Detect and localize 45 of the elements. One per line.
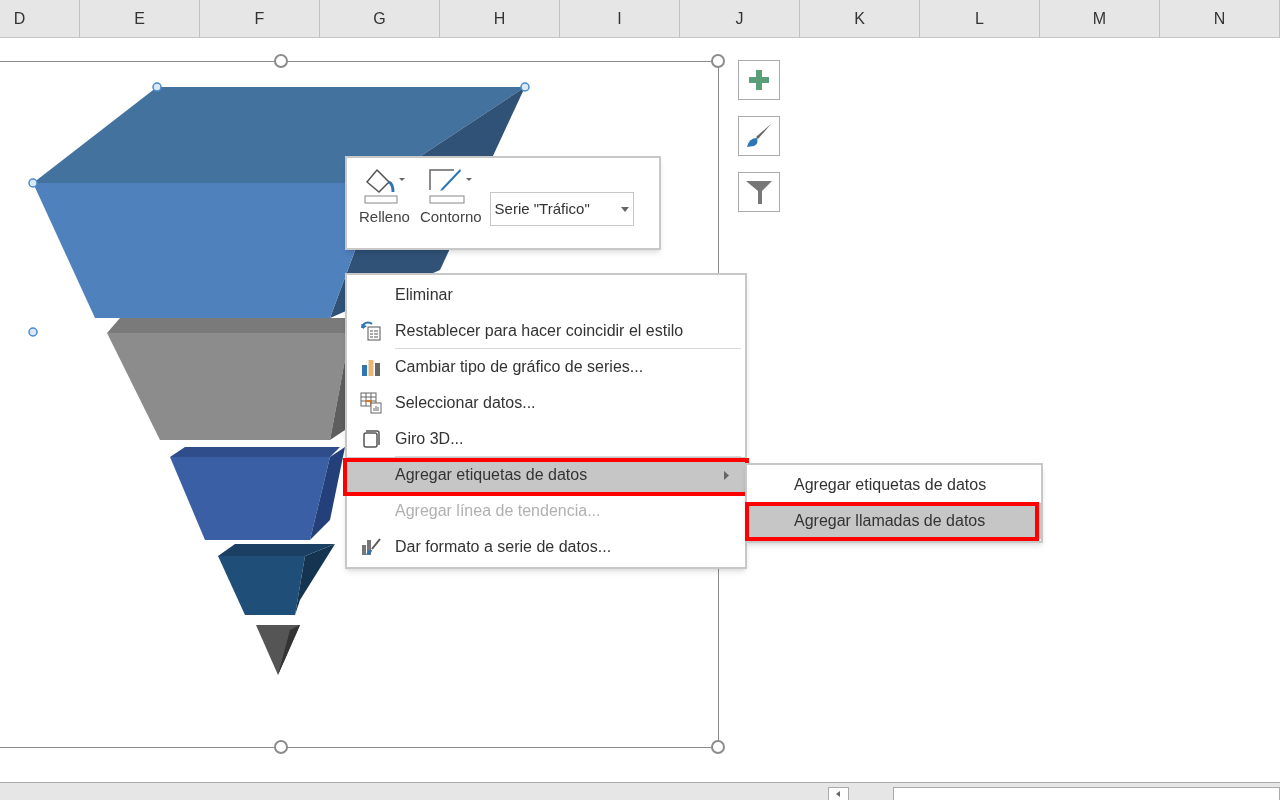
menu-item[interactable]: Giro 3D... bbox=[347, 421, 745, 457]
resize-handle[interactable] bbox=[711, 740, 725, 754]
funnel-segment bbox=[256, 625, 300, 675]
menu-item[interactable]: Dar formato a serie de datos... bbox=[347, 529, 745, 565]
resize-handle[interactable] bbox=[274, 740, 288, 754]
column-header[interactable]: N bbox=[1160, 0, 1280, 37]
resize-handle[interactable] bbox=[274, 54, 288, 68]
selection-handle[interactable] bbox=[28, 178, 38, 188]
fill-button[interactable]: Relleno bbox=[357, 166, 412, 229]
menu-item[interactable]: Agregar etiquetas de datos bbox=[747, 467, 1041, 503]
resize-handle[interactable] bbox=[711, 54, 725, 68]
series-select[interactable]: Serie "Tráfico" bbox=[489, 192, 634, 226]
column-header[interactable]: E bbox=[80, 0, 200, 37]
chart-styles-button[interactable] bbox=[738, 116, 780, 156]
column-header[interactable]: I bbox=[560, 0, 680, 37]
menu-item[interactable]: Cambiar tipo de gráfico de series... bbox=[347, 349, 745, 385]
selection-handle[interactable] bbox=[152, 82, 162, 92]
column-header[interactable]: G bbox=[320, 0, 440, 37]
column-header[interactable]: D bbox=[0, 0, 80, 37]
selection-handle[interactable] bbox=[28, 327, 38, 337]
dropdown-caret-icon bbox=[620, 206, 629, 212]
funnel-icon bbox=[745, 179, 773, 205]
bar-chart-icon bbox=[361, 358, 381, 376]
menu-item[interactable]: Agregar llamadas de datos bbox=[747, 503, 1041, 539]
column-header[interactable]: H bbox=[440, 0, 560, 37]
column-header[interactable]: K bbox=[800, 0, 920, 37]
paint-bucket-icon bbox=[361, 166, 408, 204]
plus-icon bbox=[748, 69, 770, 91]
table-chart-icon bbox=[360, 392, 382, 414]
cube-icon bbox=[361, 429, 381, 449]
column-header[interactable]: J bbox=[680, 0, 800, 37]
chart-filter-button[interactable] bbox=[738, 172, 780, 212]
paintbrush-icon bbox=[745, 123, 773, 149]
selection-handle[interactable] bbox=[520, 82, 530, 92]
format-series-icon bbox=[360, 537, 382, 557]
column-header[interactable]: M bbox=[1040, 0, 1160, 37]
reset-style-icon bbox=[360, 321, 382, 341]
column-header[interactable]: L bbox=[920, 0, 1040, 37]
add-element-button[interactable] bbox=[738, 60, 780, 100]
column-header[interactable]: F bbox=[200, 0, 320, 37]
menu-item[interactable]: Restablecer para hacer coincidir el estilo bbox=[347, 313, 745, 349]
menu-item[interactable]: Eliminar bbox=[347, 277, 745, 313]
submenu-arrow-icon bbox=[724, 470, 729, 480]
outline-button[interactable]: Contorno bbox=[417, 166, 484, 229]
menu-item[interactable]: Seleccionar datos... bbox=[347, 385, 745, 421]
